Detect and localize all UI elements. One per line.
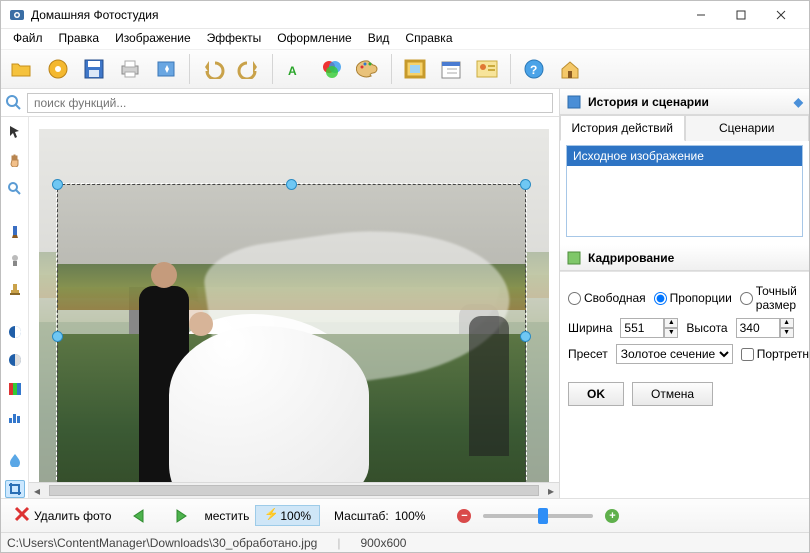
svg-text:⚡A: ⚡A: [264, 508, 276, 520]
history-list[interactable]: Исходное изображение: [566, 145, 803, 237]
zoom-slider[interactable]: [483, 514, 593, 518]
delete-photo-button[interactable]: Удалить фото: [7, 503, 118, 529]
horizontal-scrollbar[interactable]: ◂ ▸: [29, 482, 559, 498]
clone-tool[interactable]: [5, 251, 25, 269]
hand-tool[interactable]: [5, 151, 25, 169]
svg-text:A: A: [288, 64, 297, 78]
zoom-out-icon[interactable]: −: [457, 509, 471, 523]
pointer-tool[interactable]: [5, 123, 25, 141]
delete-icon: [14, 506, 30, 525]
frame-icon[interactable]: [398, 52, 432, 86]
zoom-slider-knob[interactable]: [538, 508, 548, 524]
mode-exact[interactable]: Точный размер: [740, 284, 801, 312]
search-icon: [1, 95, 27, 111]
close-button[interactable]: [761, 4, 801, 26]
history-panel-title: История и сценарии: [588, 95, 709, 109]
portrait-checkbox[interactable]: Портретные: [741, 347, 809, 361]
canvas-image[interactable]: [39, 129, 549, 482]
next-photo-button[interactable]: [164, 503, 198, 529]
menu-decoration[interactable]: Оформление: [269, 29, 359, 49]
scroll-left-icon[interactable]: ◂: [29, 483, 45, 498]
height-up[interactable]: ▲: [780, 318, 794, 328]
menu-edit[interactable]: Правка: [51, 29, 108, 49]
search-input[interactable]: [27, 93, 553, 113]
stamp-tool[interactable]: [5, 279, 25, 297]
height-down[interactable]: ▼: [780, 328, 794, 338]
color-adjust-icon[interactable]: [315, 52, 349, 86]
prev-photo-button[interactable]: [124, 503, 158, 529]
maximize-button[interactable]: [721, 4, 761, 26]
home-icon[interactable]: [553, 52, 587, 86]
calendar-icon[interactable]: [434, 52, 468, 86]
menu-bar: Файл Правка Изображение Эффекты Оформлен…: [1, 29, 809, 49]
crop-handle-n[interactable]: [286, 179, 297, 190]
save-icon[interactable]: [77, 52, 111, 86]
preset-select[interactable]: Золотое сечение: [616, 344, 733, 364]
palette-icon[interactable]: [351, 52, 385, 86]
help-icon[interactable]: ?: [517, 52, 551, 86]
text-icon[interactable]: A: [279, 52, 313, 86]
ok-button[interactable]: OK: [568, 382, 624, 406]
width-down[interactable]: ▼: [664, 328, 678, 338]
zoom-reset-icon: ⚡A: [264, 508, 276, 523]
crop-handle-nw[interactable]: [52, 179, 63, 190]
crop-panel-title: Кадрирование: [588, 251, 674, 265]
status-path: C:\Users\ContentManager\Downloads\30_обр…: [7, 536, 317, 550]
tab-history[interactable]: История действий: [560, 115, 685, 141]
crop-handle-w[interactable]: [52, 331, 63, 342]
menu-image[interactable]: Изображение: [107, 29, 199, 49]
tone-tool[interactable]: [5, 351, 25, 369]
main-toolbar: A ?: [1, 49, 809, 89]
status-dimensions: 900x600: [360, 536, 406, 550]
width-input[interactable]: [620, 318, 664, 338]
crop-tool[interactable]: [5, 480, 25, 498]
histogram-tool[interactable]: [5, 408, 25, 426]
brush-tool[interactable]: [5, 223, 25, 241]
history-item[interactable]: Исходное изображение: [567, 146, 802, 166]
app-title: Домашняя Фотостудия: [31, 8, 681, 22]
fit-label: местить: [204, 509, 249, 523]
height-input[interactable]: [736, 318, 780, 338]
menu-effects[interactable]: Эффекты: [199, 29, 270, 49]
redo-icon[interactable]: [232, 52, 266, 86]
scale-label: Масштаб:: [334, 509, 389, 523]
catalog-icon[interactable]: [41, 52, 75, 86]
collapse-icon[interactable]: ◆: [794, 95, 803, 109]
menu-help[interactable]: Справка: [397, 29, 460, 49]
app-icon: [9, 7, 25, 23]
crop-rectangle[interactable]: [57, 184, 526, 482]
open-folder-icon[interactable]: [5, 52, 39, 86]
zoom-badge[interactable]: ⚡A 100%: [255, 505, 320, 526]
zoom-tool[interactable]: [5, 179, 25, 197]
contrast-tool[interactable]: [5, 323, 25, 341]
crop-panel-icon: [566, 250, 582, 266]
height-label: Высота: [686, 321, 727, 335]
mode-prop[interactable]: Пропорции: [654, 291, 732, 305]
crop-handle-e[interactable]: [520, 331, 531, 342]
postcard-icon[interactable]: [470, 52, 504, 86]
menu-file[interactable]: Файл: [5, 29, 51, 49]
undo-icon[interactable]: [196, 52, 230, 86]
minimize-button[interactable]: [681, 4, 721, 26]
svg-text:?: ?: [530, 63, 537, 77]
droplet-tool[interactable]: [5, 451, 25, 469]
scale-value: 100%: [395, 509, 426, 523]
zoom-in-icon[interactable]: +: [605, 509, 619, 523]
width-up[interactable]: ▲: [664, 318, 678, 328]
scroll-thumb[interactable]: [49, 485, 539, 496]
wizard-icon[interactable]: [149, 52, 183, 86]
cancel-button[interactable]: Отмена: [632, 382, 713, 406]
menu-view[interactable]: Вид: [360, 29, 398, 49]
preset-label: Пресет: [568, 347, 608, 361]
tab-scenarios[interactable]: Сценарии: [685, 115, 810, 141]
print-icon[interactable]: [113, 52, 147, 86]
tool-palette: [1, 117, 29, 498]
color-balance-tool[interactable]: [5, 380, 25, 398]
history-panel-icon: [566, 94, 582, 110]
width-label: Ширина: [568, 321, 612, 335]
crop-handle-ne[interactable]: [520, 179, 531, 190]
mode-free[interactable]: Свободная: [568, 291, 646, 305]
scroll-right-icon[interactable]: ▸: [543, 483, 559, 498]
